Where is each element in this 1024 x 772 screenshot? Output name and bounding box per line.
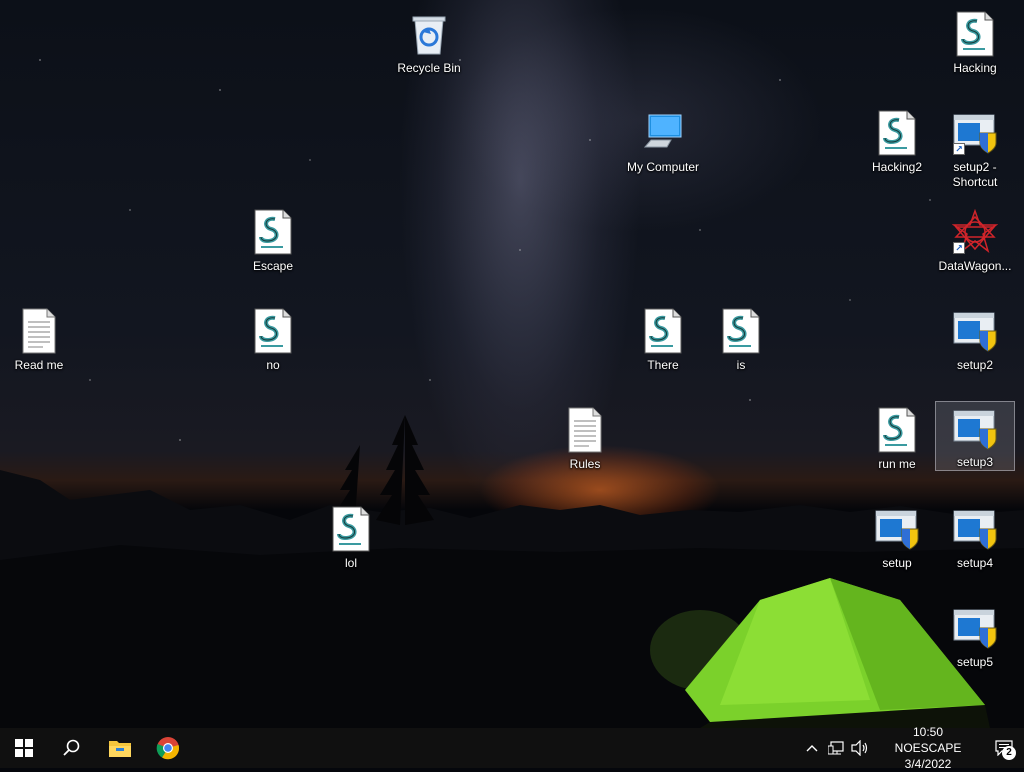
icon-label: Read me: [14, 358, 64, 372]
desktop-icon-lol[interactable]: lol: [312, 501, 390, 571]
desktop-icon-setup[interactable]: setup: [858, 501, 936, 571]
taskbar: 10:50 NOESCAPE 3/4/2022 2: [0, 725, 1024, 771]
desktop-icon-hacking2[interactable]: Hacking2: [858, 105, 936, 175]
search-button[interactable]: [48, 728, 96, 768]
script-icon: [873, 406, 921, 454]
desktop-icon-rules[interactable]: Rules: [546, 402, 624, 472]
action-center-button[interactable]: 2: [984, 728, 1024, 768]
volume-button[interactable]: [848, 728, 872, 768]
desktop[interactable]: Recycle Bin My Computer Hacking Hacking2…: [0, 0, 1024, 728]
desktop-icon-there[interactable]: There: [624, 303, 702, 373]
installer-shortcut-icon: ↗: [951, 109, 999, 157]
desktop-icon-hacking[interactable]: Hacking: [936, 6, 1014, 76]
desktop-icon-setup2-shortcut[interactable]: ↗ setup2 - Shortcut: [936, 105, 1014, 190]
chrome-icon: [156, 737, 180, 760]
desktop-icon-my-computer[interactable]: My Computer: [624, 105, 702, 175]
text-file-icon: [561, 406, 609, 454]
desktop-icon-run-me[interactable]: run me: [858, 402, 936, 472]
datawagon-shortcut-icon: ↗: [951, 208, 999, 256]
icon-label: setup4: [956, 556, 994, 570]
desktop-icon-no[interactable]: no: [234, 303, 312, 373]
icon-label: Hacking2: [871, 160, 923, 174]
clock[interactable]: 10:50 NOESCAPE 3/4/2022: [872, 724, 984, 772]
icon-label: There: [647, 358, 679, 372]
desktop-icon-setup3[interactable]: setup3: [935, 401, 1015, 471]
icon-label: setup5: [956, 655, 994, 669]
desktop-icon-datawagon[interactable]: ↗ DataWagon...: [936, 204, 1014, 274]
icon-label: Rules: [569, 457, 601, 471]
icon-label: setup2 - Shortcut: [952, 160, 998, 189]
network-button[interactable]: [824, 728, 848, 768]
recycle-bin-icon: [405, 10, 453, 58]
clock-date: 3/4/2022: [904, 757, 952, 771]
icon-label: setup: [882, 556, 912, 570]
icon-label: My Computer: [626, 160, 700, 174]
script-icon: [327, 505, 375, 553]
icon-label: Recycle Bin: [397, 61, 461, 75]
icon-label: setup2: [956, 358, 994, 372]
notification-count-badge: 2: [1002, 746, 1016, 760]
clock-time: 10:50 NOESCAPE: [894, 725, 962, 755]
search-icon: [63, 739, 80, 756]
desktop-icon-escape[interactable]: Escape: [234, 204, 312, 274]
icon-label: Escape: [252, 259, 294, 273]
desktop-icon-setup2[interactable]: setup2: [936, 303, 1014, 373]
volume-icon: [851, 740, 868, 756]
show-hidden-icons-chevron[interactable]: [800, 728, 824, 768]
desktop-icon-read-me[interactable]: Read me: [0, 303, 78, 373]
shortcut-arrow-icon: ↗: [953, 143, 965, 155]
network-icon: [828, 741, 844, 755]
installer-icon: [951, 505, 999, 553]
shortcut-arrow-icon: ↗: [953, 242, 965, 254]
icon-label: lol: [344, 556, 357, 570]
script-icon: [639, 307, 687, 355]
icon-label: no: [266, 358, 280, 372]
installer-icon: [951, 307, 999, 355]
installer-icon: [951, 604, 999, 652]
file-explorer-icon: [109, 741, 131, 757]
icon-label: run me: [878, 457, 916, 471]
taskbar-chrome-button[interactable]: [144, 728, 192, 768]
desktop-icon-is[interactable]: is: [702, 303, 780, 373]
chevron-up-icon: [806, 745, 818, 752]
start-button[interactable]: [0, 728, 48, 768]
desktop-icon-recycle-bin[interactable]: Recycle Bin: [390, 6, 468, 76]
installer-icon: [873, 505, 921, 553]
script-icon: [249, 307, 297, 355]
script-icon: [249, 208, 297, 256]
windows-start-icon: [15, 739, 33, 757]
icon-label: setup3: [956, 455, 994, 469]
icon-label: is: [736, 358, 746, 372]
computer-icon: [639, 109, 687, 157]
desktop-icon-setup5[interactable]: setup5: [936, 600, 1014, 670]
icon-label: Hacking: [953, 61, 997, 75]
script-icon: [873, 109, 921, 157]
taskbar-file-explorer-button[interactable]: [96, 728, 144, 768]
script-icon: [951, 10, 999, 58]
desktop-icon-setup4[interactable]: setup4: [936, 501, 1014, 571]
text-file-icon: [15, 307, 63, 355]
script-icon: [717, 307, 765, 355]
installer-icon: [951, 406, 999, 452]
system-tray: 10:50 NOESCAPE 3/4/2022 2: [800, 725, 1024, 771]
icon-label: DataWagon...: [938, 259, 1012, 273]
